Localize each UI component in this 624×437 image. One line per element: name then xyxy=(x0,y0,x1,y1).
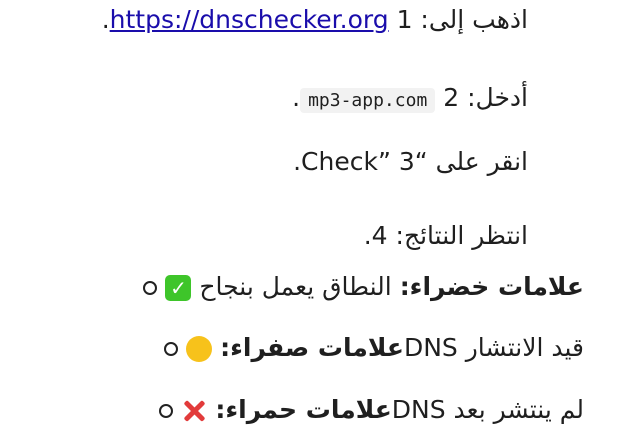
green-check-icon: ✓ xyxy=(165,275,192,301)
bullet-icon xyxy=(159,404,174,418)
dnschecker-link[interactable]: https://dnschecker.org xyxy=(110,5,389,34)
red-cross-icon xyxy=(181,398,207,424)
yellow-text: قيد الانتشار DNS xyxy=(403,333,584,362)
domain-code: mp3-app.com xyxy=(300,88,436,113)
bullet-icon xyxy=(164,342,179,356)
result-green: علامات خضراء: النطاق يعمل بنجاح ✓ xyxy=(123,269,584,305)
step-4-number: 4. xyxy=(363,221,388,250)
red-label: علامات حمراء: xyxy=(215,395,392,424)
step-3: انقر على “Check” 3. xyxy=(293,144,528,180)
yellow-label: علامات صفراء: xyxy=(220,333,404,362)
step-1-text: اذهب إلى: xyxy=(412,5,528,34)
step-2: أدخل: mp3-app.com 2. xyxy=(292,80,528,116)
step-1: اذهب إلى: https://dnschecker.org 1. xyxy=(102,2,528,38)
result-yellow: قيد الانتشار DNSعلامات صفراء: xyxy=(144,330,584,366)
red-text: لم ينتشر بعد DNS xyxy=(391,395,584,424)
green-text: النطاق يعمل بنجاح xyxy=(199,272,400,301)
step-2-text: أدخل: xyxy=(459,83,528,112)
green-label: علامات خضراء: xyxy=(399,272,584,301)
instructions-document: اذهب إلى: https://dnschecker.org 1. أدخل… xyxy=(0,0,624,437)
result-red: لم ينتشر بعد DNSعلامات حمراء: xyxy=(139,392,584,428)
step-4-text: انتظر النتائج: xyxy=(395,221,528,250)
step-3-text: انقر على “Check” xyxy=(301,147,528,176)
bullet-icon xyxy=(143,281,158,295)
yellow-circle-icon xyxy=(186,336,213,362)
step-4: انتظر النتائج: 4. xyxy=(364,218,528,254)
